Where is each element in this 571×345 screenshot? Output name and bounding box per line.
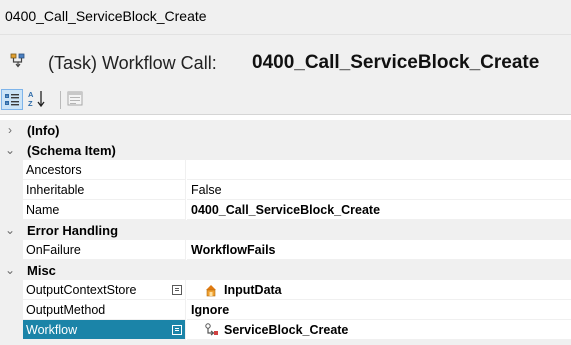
property-value-text: Ignore [191, 303, 230, 317]
context-store-icon [203, 282, 219, 298]
chevron-down-icon[interactable]: ⌄ [4, 143, 16, 157]
header-object-name: 0400_Call_ServiceBlock_Create [252, 52, 540, 73]
property-name[interactable]: Name [23, 200, 186, 220]
property-value[interactable]: False [187, 180, 571, 200]
property-name-label: Ancestors [26, 163, 82, 177]
property-toolbar: A Z [0, 87, 571, 115]
property-value-text: InputData [224, 283, 282, 297]
property-value[interactable]: 0400_Call_ServiceBlock_Create [187, 200, 571, 220]
property-row-name[interactable]: Name 0400_Call_ServiceBlock_Create [0, 200, 571, 220]
property-row-workflow[interactable]: Workflow ServiceBlock_Create [0, 320, 571, 340]
property-name-label: OutputMethod [26, 303, 106, 317]
row-gutter [0, 300, 23, 320]
property-name-label: Name [26, 203, 60, 217]
categorized-icon [2, 94, 22, 113]
row-gutter [0, 180, 23, 200]
categorized-button[interactable] [1, 89, 23, 110]
property-value[interactable]: Ignore [187, 300, 571, 320]
property-value-text: ServiceBlock_Create [224, 323, 349, 337]
property-name[interactable]: OutputMethod [23, 300, 186, 320]
chevron-right-icon[interactable]: › [4, 123, 16, 137]
chevron-down-icon[interactable]: ⌄ [4, 223, 16, 237]
property-row-onfailure[interactable]: OnFailure WorkflowFails [0, 240, 571, 260]
sort-alphabetical-button[interactable]: A Z [27, 89, 49, 110]
object-header: (Task) Workflow Call: 0400_Call_ServiceB… [0, 35, 571, 87]
category-info[interactable]: › (Info) [0, 120, 571, 140]
row-gutter [0, 240, 23, 260]
property-pages-icon [65, 91, 85, 112]
property-row-outputmethod[interactable]: OutputMethod Ignore [0, 300, 571, 320]
property-row-inheritable[interactable]: Inheritable False [0, 180, 571, 200]
property-name[interactable]: OutputContextStore [23, 280, 186, 300]
workflow-call-icon [10, 52, 26, 68]
property-name[interactable]: Ancestors [23, 160, 186, 180]
category-label: Misc [27, 263, 56, 278]
property-pages-button[interactable] [172, 285, 182, 295]
chevron-down-icon[interactable]: ⌄ [4, 263, 16, 277]
category-error-handling[interactable]: ⌄ Error Handling [0, 220, 571, 240]
property-value[interactable]: InputData [187, 280, 571, 300]
svg-text:Z: Z [28, 99, 33, 108]
category-label: Error Handling [27, 223, 119, 238]
property-name-label: Workflow [26, 323, 78, 337]
grid-bottom-edge [0, 340, 571, 345]
property-name[interactable]: Workflow [23, 320, 186, 340]
property-name[interactable]: Inheritable [23, 180, 186, 200]
row-gutter [0, 320, 23, 340]
property-row-outputcontextstore[interactable]: OutputContextStore InputData [0, 280, 571, 300]
title-bar: 0400_Call_ServiceBlock_Create [0, 0, 571, 35]
properties-window: 0400_Call_ServiceBlock_Create (Task) Wor… [0, 0, 571, 345]
category-label: (Schema Item) [27, 143, 116, 158]
property-value-text: False [191, 183, 222, 197]
property-pages-button[interactable] [65, 89, 87, 110]
row-gutter [0, 160, 23, 180]
row-gutter [0, 280, 23, 300]
toolbar-separator [60, 91, 61, 109]
property-name[interactable]: OnFailure [23, 240, 186, 260]
property-pages-button[interactable] [172, 325, 182, 335]
sort-alphabetical-icon: A Z [27, 90, 47, 112]
property-name-label: Inheritable [26, 183, 85, 197]
property-value-text: WorkflowFails [191, 243, 276, 257]
property-value[interactable] [187, 160, 571, 180]
property-value-text: 0400_Call_ServiceBlock_Create [191, 203, 381, 217]
category-schema-item[interactable]: ⌄ (Schema Item) [0, 140, 571, 160]
property-name-label: OnFailure [26, 243, 81, 257]
property-row-ancestors[interactable]: Ancestors [0, 160, 571, 180]
svg-text:A: A [28, 90, 34, 99]
property-value[interactable]: ServiceBlock_Create [187, 320, 571, 340]
workflow-icon [203, 322, 219, 338]
header-type-label: (Task) Workflow Call: [48, 53, 217, 73]
category-misc[interactable]: ⌄ Misc [0, 260, 571, 280]
property-name-label: OutputContextStore [26, 283, 137, 297]
property-grid: › (Info) ⌄ (Schema Item) Ancestors Inher… [0, 120, 571, 340]
property-value[interactable]: WorkflowFails [187, 240, 571, 260]
category-label: (Info) [27, 123, 60, 138]
window-title: 0400_Call_ServiceBlock_Create [5, 8, 207, 24]
row-gutter [0, 200, 23, 220]
